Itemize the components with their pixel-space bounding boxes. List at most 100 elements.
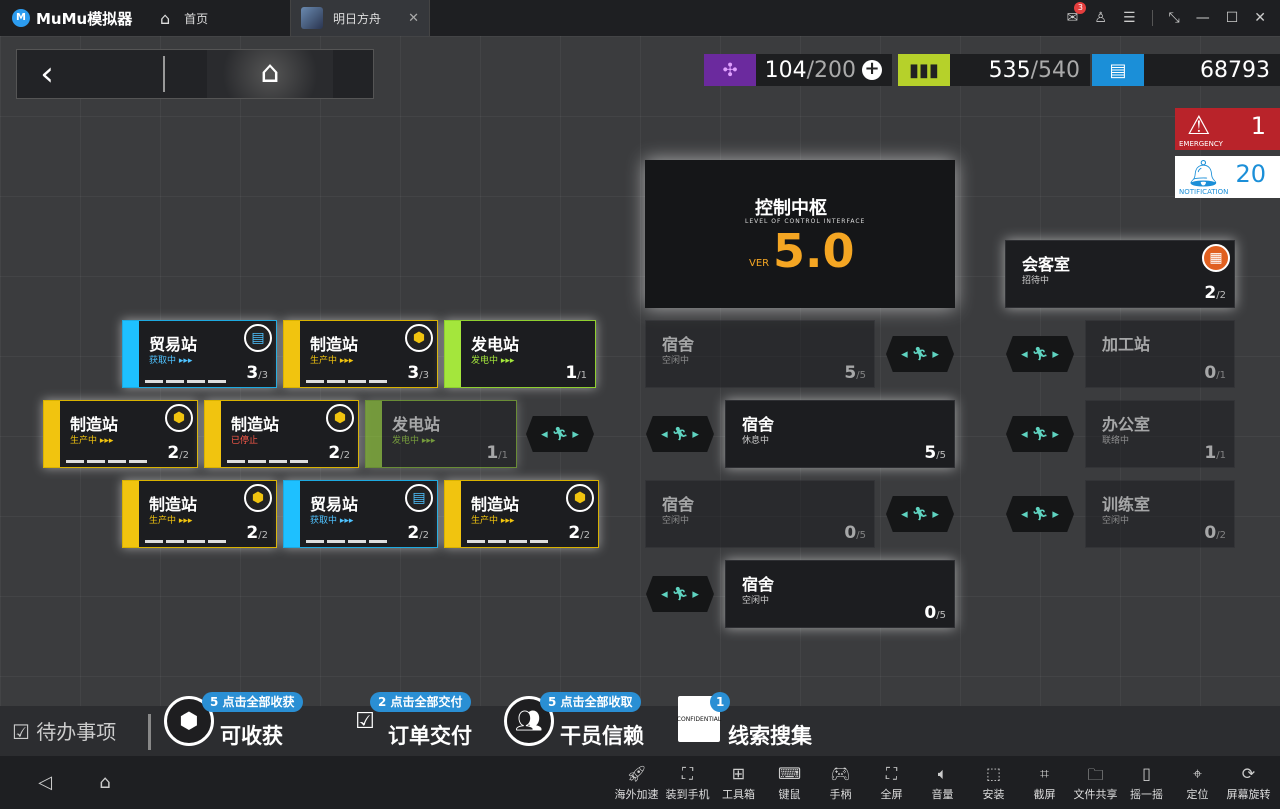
room-trade-station-1[interactable]: 贸易站 获取中 ▸▸▸ ▤ 3/3: [122, 320, 277, 388]
toolbar-apk-install-button[interactable]: ⬚ 安装: [968, 764, 1019, 802]
home-icon: ⌂: [160, 8, 171, 28]
control-center-room[interactable]: 控制中枢 LEVEL OF CONTROL INTERFACE VER 5.0: [645, 160, 955, 308]
close-tab-icon[interactable]: ✕: [408, 11, 419, 26]
emergency-label: EMERGENCY: [1179, 140, 1223, 148]
warning-icon: ⚠: [1187, 111, 1211, 141]
corridor-stairs-icon: ◂ 🏃︎ ▸: [1006, 416, 1074, 452]
todo-pill[interactable]: 5 点击全部收取: [540, 692, 641, 712]
todo-clues[interactable]: CONFIDENTIAL 1 线索搜集: [677, 692, 838, 756]
product-cube-icon[interactable]: ⬢: [566, 484, 594, 512]
tab-arknights[interactable]: 明日方舟 ✕: [290, 0, 430, 36]
room-status: 联络中: [1102, 436, 1130, 446]
minimize-icon[interactable]: —: [1196, 10, 1210, 26]
room-factory-4[interactable]: 制造站 生产中 ▸▸▸ ⬢ 2/2: [122, 480, 277, 548]
room-max: /5: [856, 370, 866, 381]
product-cube-icon[interactable]: ⬢: [165, 404, 193, 432]
todo-trust[interactable]: 👥︎ 5 点击全部收取 干员信赖: [504, 692, 674, 756]
room-dormitory-3[interactable]: 宿舍 空闲中 0/5: [645, 480, 875, 548]
room-training[interactable]: 训练室 空闲中 0/2: [1085, 480, 1235, 548]
close-window-icon[interactable]: ✕: [1254, 10, 1266, 26]
room-factory-2[interactable]: 制造站 生产中 ▸▸▸ ⬢ 2/2: [43, 400, 198, 468]
emergency-alert[interactable]: ⚠ 1 EMERGENCY: [1175, 108, 1280, 150]
title-bar: M MuMu模拟器 ⌂ 首页 明日方舟 ✕ ✉ 3 ♙ ☰ ⤡ — ☐ ✕: [0, 0, 1280, 36]
back-button[interactable]: ‹: [17, 51, 77, 97]
room-strip: [445, 481, 461, 547]
room-count: 3: [407, 363, 420, 383]
clue-board-icon[interactable]: ▦: [1202, 244, 1230, 272]
toolbar-gamepad-button[interactable]: 🎮︎ 手柄: [815, 764, 866, 802]
product-cube-icon[interactable]: ⬢: [326, 404, 354, 432]
corridor-stairs-icon: ◂ 🏃︎ ▸: [1006, 496, 1074, 532]
tab-home[interactable]: ⌂ 首页: [150, 0, 290, 36]
home-button[interactable]: ⌂: [207, 50, 333, 98]
toolbar-rotate-button[interactable]: ⟳ 屏幕旋转: [1223, 764, 1274, 802]
room-count: 2: [246, 523, 259, 543]
room-power-plant-2[interactable]: 发电站 发电中 ▸▸▸ 1/1: [365, 400, 517, 468]
game-viewport: ‹ ⌂ ✣ 104/200 + ▮▮▮ 535/540 ▤ 68793 ⚠ 1 …: [0, 36, 1280, 756]
notification-count: 20: [1235, 160, 1266, 188]
room-factory-1[interactable]: 制造站 生产中 ▸▸▸ ⬢ 3/3: [283, 320, 438, 388]
room-name: 发电站: [392, 415, 441, 434]
corridor-stairs-icon: ◂ 🏃︎ ▸: [1006, 336, 1074, 372]
room-count: 0: [1204, 363, 1217, 383]
room-name: 宿舍: [662, 495, 695, 514]
todo-bar: ☑ 待办事项 ⬢ 5 点击全部收获 可收获 ☑ 2 点击全部交付 订单交付 👥︎…: [0, 692, 1280, 756]
todo-pill[interactable]: 1: [710, 692, 731, 712]
toolbar-rocket-button[interactable]: 🚀︎ 海外加速: [611, 764, 662, 802]
room-dormitory-1[interactable]: 宿舍 空闲中 5/5: [645, 320, 875, 388]
maximize-icon[interactable]: ☐: [1226, 10, 1239, 26]
room-reception[interactable]: 会客室 招待中 ▦ 2/2: [1005, 240, 1235, 308]
control-center-title: 控制中枢: [755, 198, 827, 219]
room-dormitory-4[interactable]: 宿舍 空闲中 0/5: [725, 560, 955, 628]
todo-pill[interactable]: 2 点击全部交付: [370, 692, 471, 712]
toolbar-keyboard-button[interactable]: ⌨ 键鼠: [764, 764, 815, 802]
toolbar-label: 安装: [982, 787, 1005, 801]
room-office[interactable]: 办公室 联络中 1/1: [1085, 400, 1235, 468]
todo-orders[interactable]: ☑ 2 点击全部交付 订单交付: [340, 692, 500, 756]
room-count: 0: [844, 523, 857, 543]
room-name: 办公室: [1102, 415, 1151, 434]
product-cube-icon[interactable]: ⬢: [405, 324, 433, 352]
mail-icon[interactable]: ✉ 3: [1067, 2, 1087, 26]
menu-icon[interactable]: ☰: [1123, 10, 1136, 26]
room-status: 生产中 ▸▸▸: [70, 436, 114, 446]
room-strip: [284, 481, 300, 547]
document-icon[interactable]: ▤: [405, 484, 433, 512]
notification-alert[interactable]: 🔔︎ 20 NOTIFICATION: [1175, 156, 1280, 198]
room-workshop[interactable]: 加工站 0/1: [1085, 320, 1235, 388]
add-drone-button[interactable]: +: [862, 60, 882, 80]
power-current: 535: [988, 57, 1031, 83]
room-factory-5[interactable]: 制造站 生产中 ▸▸▸ ⬢ 2/2: [444, 480, 599, 548]
room-name: 宿舍: [742, 415, 775, 434]
room-strip: [123, 321, 139, 387]
document-icon[interactable]: ▤: [244, 324, 272, 352]
toolbar-screenshot-button[interactable]: ⌗ 截屏: [1019, 764, 1070, 802]
apk-install-icon: ⬚: [985, 763, 1002, 783]
shake-icon: ▯: [1142, 763, 1151, 783]
todo-pill[interactable]: 5 点击全部收获: [202, 692, 303, 712]
room-power-plant-1[interactable]: 发电站 发电中 ▸▸▸ 1/1: [444, 320, 596, 388]
product-cube-icon[interactable]: ⬢: [244, 484, 272, 512]
toolbar-phone-install-button[interactable]: ⛶ 装到手机: [662, 764, 713, 802]
toolbar-location-button[interactable]: ⌖ 定位: [1172, 764, 1223, 802]
room-strip: [205, 401, 221, 467]
room-dormitory-2[interactable]: 宿舍 休息中 5/5: [725, 400, 955, 468]
room-max: /1: [1216, 370, 1226, 381]
user-icon[interactable]: ♙: [1094, 10, 1107, 26]
toolbar-folder-button[interactable]: 🗀 文件共享: [1070, 764, 1121, 802]
room-factory-3[interactable]: 制造站 已停止 ⬢ 2/2: [204, 400, 359, 468]
toolbar-fullscreen-button[interactable]: ⛶ 全屏: [866, 764, 917, 802]
app-logo: M MuMu模拟器: [0, 8, 150, 29]
toolbar-label: 键鼠: [778, 787, 801, 801]
android-back-icon[interactable]: ◁: [30, 772, 60, 793]
room-count: 1: [1204, 443, 1217, 463]
todo-collectable[interactable]: ⬢ 5 点击全部收获 可收获: [164, 692, 324, 756]
toolbar-shake-button[interactable]: ▯ 摇一摇: [1121, 764, 1172, 802]
toolbar-label: 屏幕旋转: [1226, 787, 1271, 801]
room-trade-station-2[interactable]: 贸易站 获取中 ▸▸▸ ▤ 2/2: [283, 480, 438, 548]
toolbar-toolbox-button[interactable]: ⊞ 工具箱: [713, 764, 764, 802]
toolbar-volume-button[interactable]: 🔈︎ 音量: [917, 764, 968, 802]
android-home-icon[interactable]: ⌂: [90, 772, 120, 793]
room-status: 招待中: [1022, 276, 1050, 286]
restore-window-icon[interactable]: ⤡: [1169, 10, 1180, 26]
